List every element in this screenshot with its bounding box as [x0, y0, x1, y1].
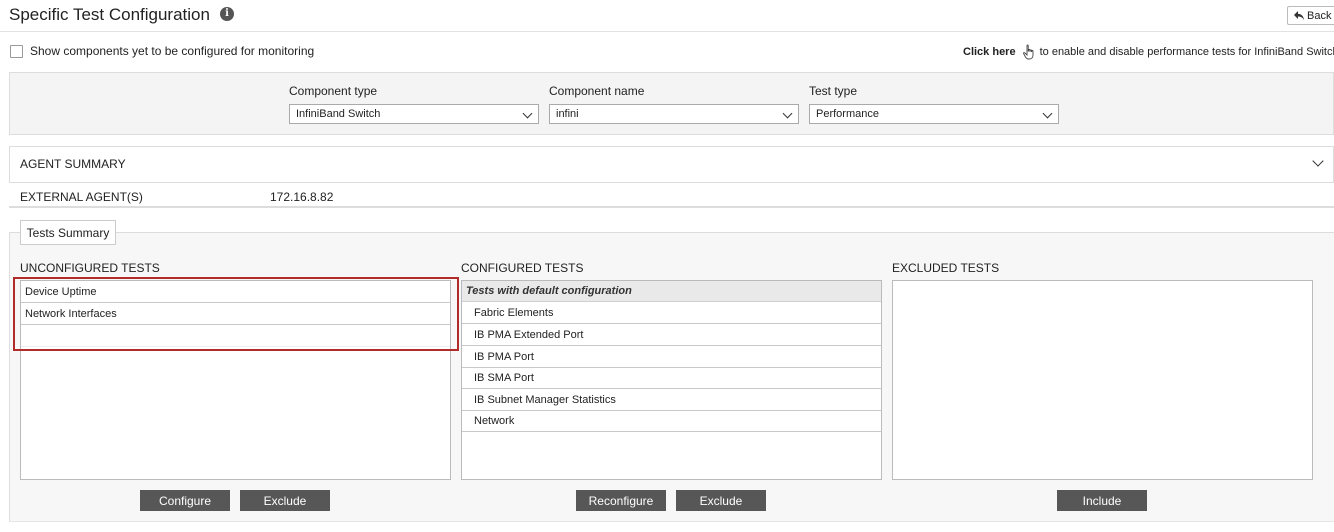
info-icon[interactable]: i [220, 7, 234, 21]
external-agents-label: EXTERNAL AGENT(S) [20, 190, 143, 204]
configured-tests-list[interactable]: Tests with default configuration Fabric … [461, 280, 882, 480]
component-type-select[interactable]: InfiniBand Switch [289, 104, 539, 124]
component-type-label: Component type [289, 84, 378, 98]
test-type-label: Test type [809, 84, 858, 98]
configure-button[interactable]: Configure [140, 490, 230, 511]
component-name-label: Component name [549, 84, 645, 98]
back-button[interactable]: Back [1287, 6, 1334, 25]
test-type-value: Performance [816, 108, 879, 120]
default-config-group: Tests with default configuration [462, 281, 881, 302]
agent-summary-header[interactable] [9, 146, 1334, 183]
show-unconfigured-label: Show components yet to be configured for… [30, 44, 315, 58]
reconfigure-button[interactable]: Reconfigure [576, 490, 666, 511]
external-agents-row [9, 183, 1334, 208]
list-item[interactable]: Network [462, 410, 881, 432]
tab-tests-summary[interactable]: Tests Summary [20, 220, 116, 245]
show-unconfigured-checkbox[interactable] [10, 45, 23, 58]
header-divider [0, 31, 1334, 32]
list-item[interactable]: IB PMA Port [462, 346, 881, 368]
component-type-value: InfiniBand Switch [296, 108, 381, 120]
performance-tests-hint: Click here to enable and disable perform… [963, 44, 1334, 60]
list-item[interactable]: IB SMA Port [462, 367, 881, 389]
list-item[interactable]: Fabric Elements [462, 302, 881, 324]
highlight-box [13, 277, 459, 351]
chevron-down-icon [1042, 108, 1053, 119]
include-button[interactable]: Include [1057, 490, 1147, 511]
agent-summary-title: AGENT SUMMARY [20, 157, 126, 171]
exclude-configured-button[interactable]: Exclude [676, 490, 766, 511]
chevron-down-icon [782, 108, 793, 119]
exclude-unconfigured-button[interactable]: Exclude [240, 490, 330, 511]
chevron-down-icon [522, 108, 533, 119]
page-title: Specific Test Configuration [9, 5, 210, 24]
excluded-tests-title: EXCLUDED TESTS [892, 261, 1000, 275]
test-type-select[interactable]: Performance [809, 104, 1059, 124]
component-name-value: infini [556, 108, 579, 120]
reply-arrow-icon [1294, 11, 1304, 20]
click-here-link[interactable]: Click here [963, 46, 1016, 58]
configured-tests-title: CONFIGURED TESTS [461, 261, 584, 275]
click-here-text: to enable and disable performance tests … [1039, 46, 1334, 58]
list-item[interactable]: IB PMA Extended Port [462, 324, 881, 346]
excluded-tests-list[interactable] [892, 280, 1313, 480]
back-label: Back [1307, 9, 1332, 22]
component-name-select[interactable]: infini [549, 104, 799, 124]
list-item[interactable]: IB Subnet Manager Statistics [462, 389, 881, 411]
unconfigured-tests-title: UNCONFIGURED TESTS [20, 261, 160, 275]
hand-pointer-icon [1022, 44, 1034, 60]
external-agents-value: 172.16.8.82 [270, 190, 334, 204]
